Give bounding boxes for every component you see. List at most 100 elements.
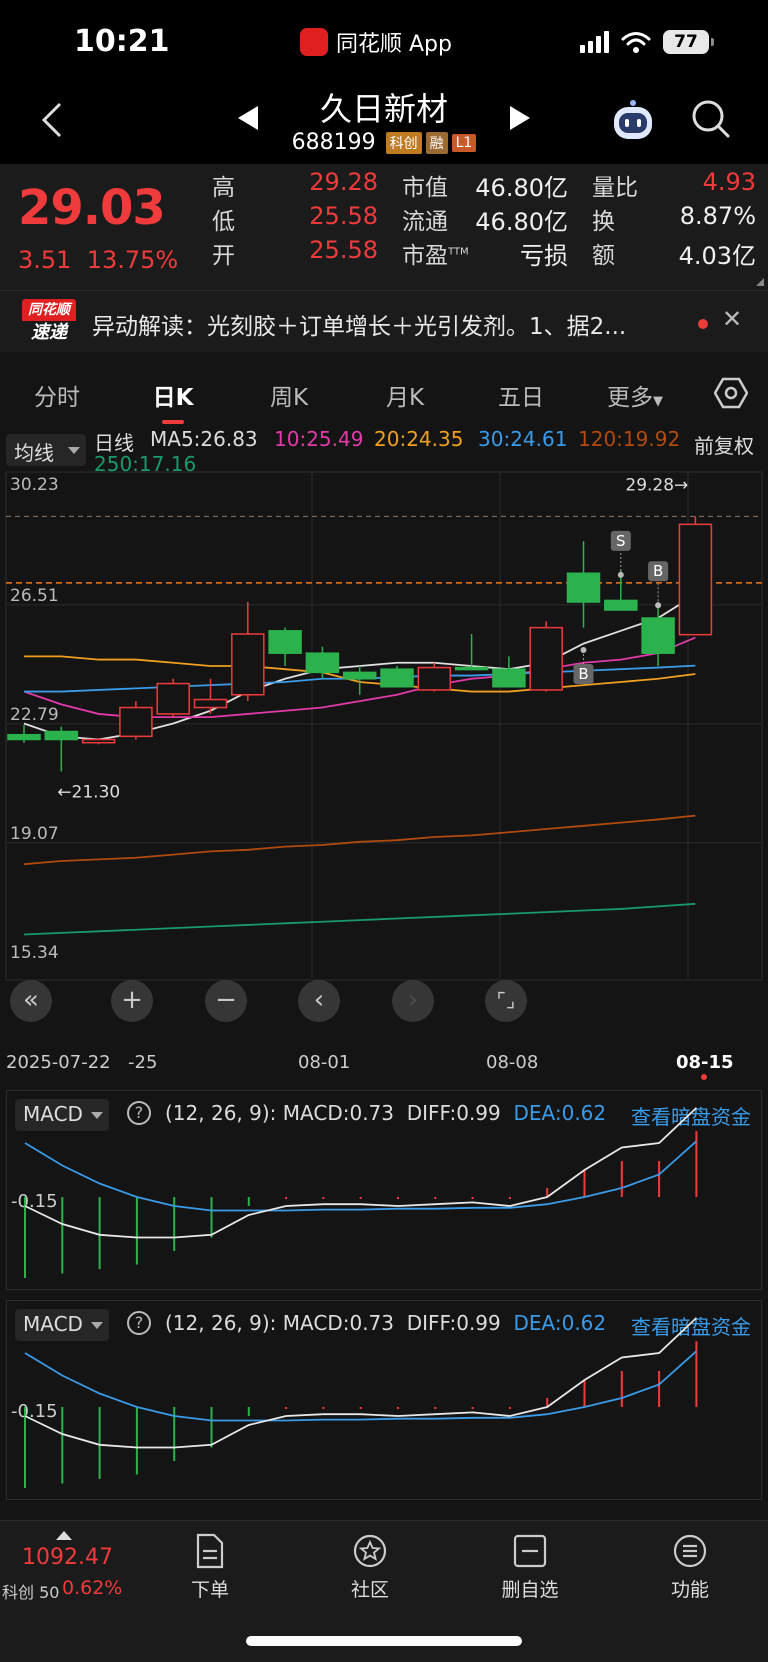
date-label-3: 08-01 bbox=[298, 1052, 351, 1073]
news-logo-bottom: 速递 bbox=[31, 322, 67, 343]
y-tick-label: 15.34 bbox=[10, 943, 59, 963]
signal-dot bbox=[580, 646, 587, 653]
stock-code: 688199 bbox=[291, 130, 376, 155]
community-star-icon bbox=[353, 1534, 387, 1568]
prev-arrow-icon[interactable] bbox=[238, 106, 258, 130]
signal-label: B bbox=[653, 562, 663, 580]
robot-assistant-icon[interactable] bbox=[610, 98, 656, 142]
candle-body bbox=[231, 633, 265, 696]
diff-line bbox=[24, 1317, 698, 1449]
left-arrow-icon[interactable]: ‹ bbox=[298, 980, 340, 1022]
active-tab-indicator bbox=[162, 420, 184, 424]
adjust-mode-button[interactable]: 前复权 bbox=[694, 430, 754, 459]
macd-panel-1[interactable]: MACD ? (12, 26, 9): MACD:0.73 DIFF:0.99 … bbox=[6, 1090, 762, 1290]
kline-chart[interactable]: 30.23 26.51 22.79 19.07 15.34 29.28→ ←21.30 S B B bbox=[0, 470, 768, 1040]
turnover-label: 换 bbox=[592, 209, 615, 235]
ma120-value: 120:19.92 bbox=[578, 427, 681, 451]
fullscreen-icon[interactable]: ⌜⌟ bbox=[485, 980, 527, 1022]
tag-margin: 融 bbox=[425, 131, 448, 154]
high-value: 29.28 bbox=[309, 168, 378, 196]
low-label: 低 bbox=[212, 209, 235, 235]
news-banner[interactable]: 同花顺 速递 异动解读：光刻胶＋订单增长＋光引发剂。1、据2... ✕ bbox=[0, 290, 768, 352]
nav-community-label: 社区 bbox=[350, 1579, 389, 1601]
high-label: 高 bbox=[212, 175, 235, 201]
home-indicator[interactable] bbox=[246, 1636, 522, 1646]
ma-line-ma120 bbox=[23, 814, 696, 866]
macd-chart bbox=[24, 1317, 698, 1488]
candle-body bbox=[678, 523, 713, 636]
signal-label: S bbox=[616, 532, 626, 550]
ma-line-ma250 bbox=[23, 902, 696, 936]
ma20-value: 20:24.35 bbox=[374, 427, 464, 451]
macd-panel-2[interactable]: MACD ? (12, 26, 9): MACD:0.73 DIFF:0.99 … bbox=[6, 1300, 762, 1500]
signal-label: B bbox=[578, 665, 588, 683]
nav-functions[interactable]: 功能 bbox=[640, 1533, 740, 1602]
close-icon[interactable]: ✕ bbox=[722, 305, 742, 333]
y-tick-label: 19.07 bbox=[10, 824, 59, 844]
mktcap-label: 市值 bbox=[402, 175, 448, 201]
candle-body bbox=[119, 706, 153, 738]
collapse-icon[interactable]: « bbox=[10, 980, 52, 1022]
index-name: 科创 50 bbox=[2, 1583, 60, 1602]
vol-ratio-label: 量比 bbox=[592, 175, 638, 201]
app-badge-icon bbox=[300, 28, 328, 56]
macd-chart bbox=[24, 1107, 698, 1278]
cellular-signal-icon bbox=[580, 31, 609, 53]
up-triangle-icon bbox=[56, 1531, 72, 1540]
news-text[interactable]: 异动解读：光刻胶＋订单增长＋光引发剂。1、据2... bbox=[92, 307, 672, 341]
ma10-value: 10:25.49 bbox=[274, 427, 364, 451]
status-time: 10:21 bbox=[74, 24, 170, 59]
tab-weekly-k[interactable]: 周K bbox=[244, 378, 334, 412]
nav-remove-watchlist[interactable]: 删自选 bbox=[480, 1533, 580, 1602]
expand-corner-icon[interactable] bbox=[756, 278, 764, 286]
y-tick-label: 22.79 bbox=[10, 705, 59, 725]
zoom-out-icon[interactable]: − bbox=[205, 980, 247, 1022]
candle-body bbox=[193, 698, 228, 709]
news-logo: 同花顺 速递 bbox=[22, 299, 76, 345]
signal-dot bbox=[617, 571, 624, 578]
index-percent: 0.62% bbox=[62, 1577, 123, 1599]
candle-body bbox=[342, 671, 377, 680]
amount-label: 额 bbox=[592, 243, 615, 269]
dea-line bbox=[24, 1350, 697, 1422]
change-percent: 13.75% bbox=[86, 246, 179, 274]
tag-level1: L1 bbox=[451, 133, 477, 152]
candle-body bbox=[641, 617, 675, 654]
y-tick-label: 26.51 bbox=[10, 586, 59, 606]
price-change: 3.51 13.75% bbox=[18, 246, 178, 274]
search-icon[interactable] bbox=[690, 98, 732, 140]
pe-value: 亏损 bbox=[520, 242, 568, 270]
candle-body bbox=[417, 666, 452, 691]
nav-remove-watchlist-label: 删自选 bbox=[501, 1579, 559, 1601]
dea-line bbox=[24, 1140, 697, 1212]
candle-body bbox=[566, 572, 601, 603]
mktcap-value: 46.80亿 bbox=[475, 174, 568, 202]
index-value: 1092.47 bbox=[22, 1545, 113, 1570]
next-arrow-icon[interactable] bbox=[510, 106, 530, 130]
low-annotation: ←21.30 bbox=[57, 782, 120, 802]
tab-five-day[interactable]: 五日 bbox=[476, 378, 566, 412]
signal-dot bbox=[655, 602, 662, 609]
status-app-indicator[interactable]: 同花顺 App bbox=[300, 26, 452, 58]
nav-order[interactable]: 下单 bbox=[160, 1533, 260, 1602]
low-value: 25.58 bbox=[309, 202, 378, 230]
turnover-value: 8.87% bbox=[679, 202, 756, 230]
candle-body bbox=[529, 626, 563, 691]
tab-more[interactable]: 更多▼ bbox=[590, 378, 680, 412]
y-tick-label: 30.23 bbox=[10, 475, 59, 495]
tab-daily-k[interactable]: 日K bbox=[128, 378, 218, 412]
candle-body bbox=[44, 730, 79, 741]
right-arrow-icon[interactable]: › bbox=[392, 980, 434, 1022]
candle-body bbox=[81, 738, 116, 744]
tab-intraday[interactable]: 分时 bbox=[12, 378, 102, 412]
ma5-value: MA5:26.83 bbox=[150, 427, 258, 451]
candle-body bbox=[268, 630, 302, 654]
diff-line bbox=[24, 1107, 698, 1239]
settings-hexagon-icon[interactable] bbox=[714, 376, 748, 410]
zoom-in-icon[interactable]: + bbox=[111, 980, 153, 1022]
open-label: 开 bbox=[212, 243, 235, 269]
nav-community[interactable]: 社区 bbox=[320, 1533, 420, 1602]
candle-body bbox=[305, 652, 340, 674]
tab-monthly-k[interactable]: 月K bbox=[360, 378, 450, 412]
ma-selector[interactable]: 均线 bbox=[6, 434, 86, 466]
